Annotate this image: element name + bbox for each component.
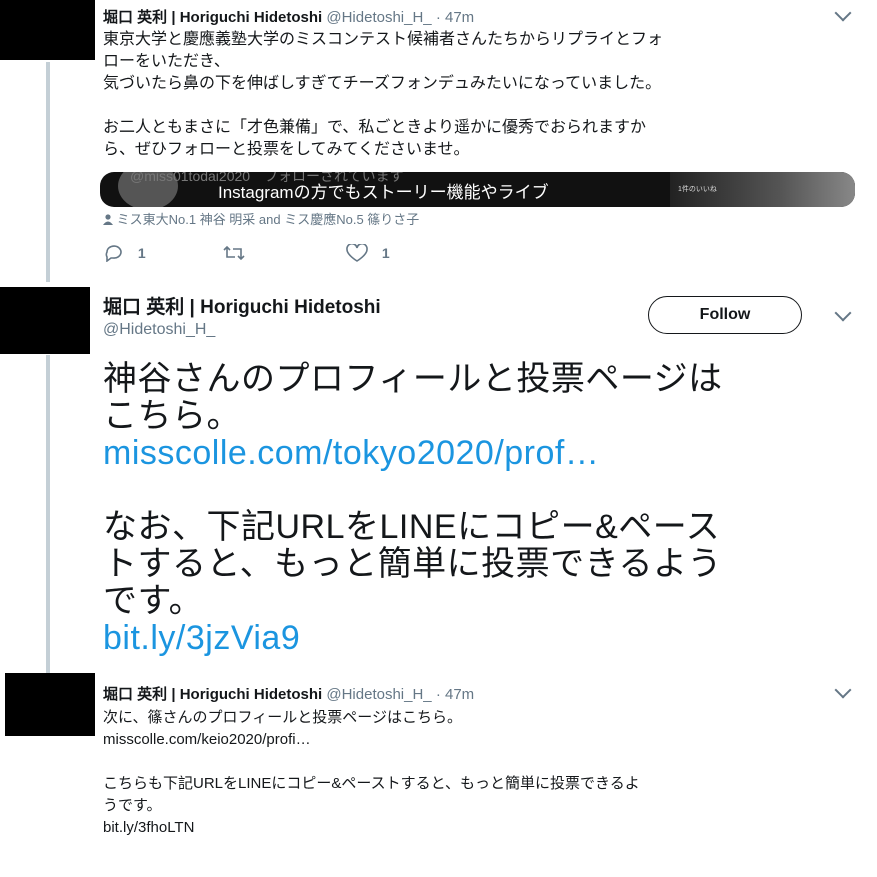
tweet-header: 堀口 英利 | Horiguchi Hidetoshi @Hidetoshi_H… [103, 683, 474, 704]
avatar[interactable] [0, 0, 95, 60]
avatar[interactable] [5, 673, 95, 736]
person-icon [103, 214, 113, 225]
like-count: 1 [381, 245, 390, 261]
retweet-icon [223, 245, 245, 261]
link[interactable]: misscolle.com/tokyo2020/prof… [103, 435, 863, 472]
text-line: 東京大学と慶應義塾大学のミスコンテスト候補者さんたちからリプライとフォ [103, 31, 664, 48]
tweet-text: 次に、篠さんのプロフィールと投票ページはこちら。 misscolle.com/k… [103, 707, 863, 839]
author-name[interactable]: 堀口 英利 | Horiguchi Hidetoshi [103, 686, 322, 703]
author-name[interactable]: 堀口 英利 | Horiguchi Hidetoshi [103, 292, 381, 319]
author-handle[interactable]: @Hidetoshi_H_ [103, 321, 215, 339]
author-name[interactable]: 堀口 英利 | Horiguchi Hidetoshi [103, 9, 322, 26]
thread-line [46, 62, 50, 282]
card-overlay-text: Instagramの方でもストーリー機能やライブ [218, 183, 549, 202]
text-line: うです。 [103, 797, 162, 814]
timestamp[interactable]: · 47m [436, 686, 474, 703]
reply-action[interactable]: 1 [104, 244, 146, 263]
thread-line [46, 355, 50, 673]
tweet-text: 東京大学と慶應義塾大学のミスコンテスト候補者さんたちからリプライとフォ ローをい… [103, 29, 863, 161]
author-handle[interactable]: @Hidetoshi_H_ [326, 9, 431, 26]
link[interactable]: bit.ly/3jzVia9 [103, 620, 863, 657]
text-line: ローをいただき、 [103, 53, 230, 70]
text-line: です。 [103, 582, 204, 620]
text-line: こちら。 [103, 397, 241, 435]
chevron-down-icon[interactable] [834, 681, 852, 699]
follow-button[interactable]: Follow [648, 296, 802, 334]
reply-icon [105, 245, 122, 263]
media-attribution[interactable]: ミス東大No.1 神谷 明采 and ミス慶應No.5 篠りさ子 [103, 209, 419, 228]
timestamp[interactable]: · 47m [436, 9, 474, 26]
chevron-down-icon[interactable] [834, 304, 852, 322]
text-line: 神谷さんのプロフィールと投票ページは [103, 360, 723, 398]
text-line: 気づいたら鼻の下を伸ばしすぎてチーズフォンデュみたいになっていました。 [103, 75, 662, 92]
link[interactable]: bit.ly/3fhoLTN [103, 817, 863, 839]
text-line: 次に、篠さんのプロフィールと投票ページはこちら。 [103, 709, 462, 726]
text-line: トすると、もっと簡単に投票できるよう [103, 545, 722, 583]
text-line: ら、ぜひフォローと投票をしてみてくださいませ。 [103, 141, 470, 158]
retweet-action[interactable] [222, 244, 246, 262]
tweet-header: 堀口 英利 | Horiguchi Hidetoshi @Hidetoshi_H… [103, 6, 474, 27]
thumb-text: 1件のいいね [678, 186, 717, 193]
chevron-down-icon[interactable] [834, 4, 852, 22]
link[interactable]: misscolle.com/keio2020/profi… [103, 729, 863, 751]
author-handle[interactable]: @Hidetoshi_H_ [326, 686, 431, 703]
attribution-text: ミス東大No.1 神谷 明采 and ミス慶應No.5 篠りさ子 [116, 212, 420, 227]
media-card[interactable]: @miss01todai2020 フォローされています Instagramの方で… [100, 172, 855, 207]
reply-count: 1 [137, 245, 146, 261]
text-line: なお、下記URLをLINEにコピー&ペース [103, 508, 721, 546]
avatar[interactable] [0, 287, 90, 354]
like-action[interactable]: 1 [346, 242, 390, 262]
text-line: お二人ともまさに「才色兼備」で、私ごときより遥かに優秀でおられますか [103, 119, 647, 136]
tweet-text: 神谷さんのプロフィールと投票ページは こちら。 misscolle.com/to… [103, 361, 863, 657]
text-line: こちらも下記URLをLINEにコピー&ペーストすると、もっと簡単に投票できるよ [103, 775, 640, 792]
like-icon [346, 242, 368, 262]
card-thumbnail: 1件のいいね [670, 172, 855, 207]
